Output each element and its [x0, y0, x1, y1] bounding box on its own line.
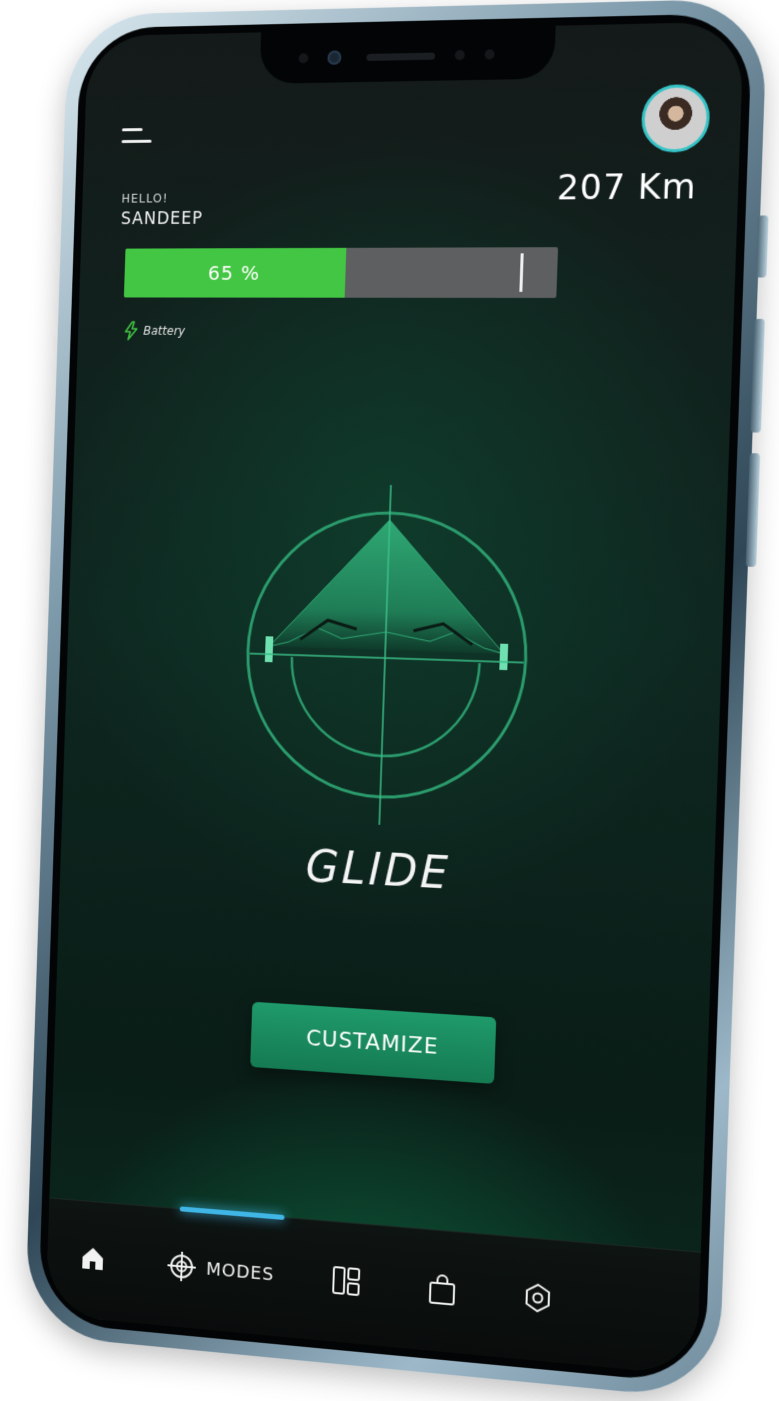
- app-screen: HELLO! SANDEEP 207 Km 65 % Battery GLIDE…: [45, 21, 745, 1376]
- tab-modes-label: MODES: [205, 1258, 275, 1286]
- phone-notch: [259, 25, 556, 84]
- customize-button[interactable]: CUSTAMIZE: [250, 1001, 497, 1084]
- sensor-dot: [454, 49, 465, 61]
- tab-modes[interactable]: MODES: [166, 1246, 275, 1295]
- battery-marker: [519, 253, 524, 292]
- wingtip-right: [499, 643, 509, 671]
- tab-shop[interactable]: [426, 1268, 459, 1311]
- username-text: SANDEEP: [120, 208, 204, 230]
- battery-percent-label: 65 %: [207, 261, 261, 285]
- sensor-dot: [298, 53, 309, 64]
- shopping-bag-icon: [426, 1272, 459, 1307]
- mode-title: GLIDE: [304, 841, 452, 900]
- active-tab-indicator: [179, 1206, 285, 1221]
- camera-icon: [327, 50, 342, 65]
- battery-progress-bar: 65 %: [123, 247, 559, 298]
- settings-hex-icon: [521, 1280, 554, 1315]
- wingtip-left: [264, 636, 274, 663]
- phone-mockup: HELLO! SANDEEP 207 Km 65 % Battery GLIDE…: [24, 0, 769, 1401]
- tab-home[interactable]: [78, 1238, 107, 1279]
- speaker-grille: [366, 52, 436, 61]
- sensor-dot: [484, 49, 495, 60]
- battery-label: Battery: [143, 323, 186, 338]
- greeting-text: HELLO!: [121, 191, 169, 206]
- crosshair-icon: [166, 1249, 197, 1283]
- home-icon: [82, 1246, 104, 1271]
- drone-mode-graphic: [225, 484, 550, 826]
- battery-caption: Battery: [122, 321, 185, 341]
- hamburger-menu-icon[interactable]: [121, 128, 152, 150]
- lightning-icon: [122, 321, 139, 341]
- dashboard-icon: [330, 1264, 362, 1299]
- user-avatar[interactable]: [640, 83, 711, 153]
- tab-settings[interactable]: [521, 1276, 555, 1319]
- tab-dashboard[interactable]: [330, 1260, 362, 1303]
- distance-readout: 207 Km: [556, 166, 698, 209]
- side-button: [755, 215, 769, 278]
